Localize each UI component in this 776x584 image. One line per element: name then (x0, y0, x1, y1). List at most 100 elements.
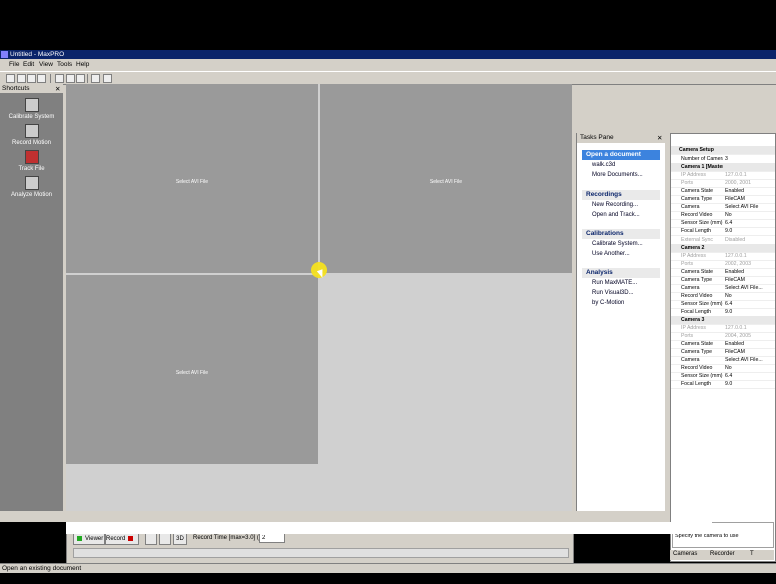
task-group-header[interactable]: Recordings (582, 190, 660, 200)
task-item[interactable]: Calibrate System... (582, 239, 660, 249)
property-name: Camera 3 (681, 317, 705, 323)
open-icon[interactable] (17, 74, 26, 83)
property-name: IP Address (681, 252, 706, 259)
record-time-input[interactable] (259, 533, 285, 543)
property-value[interactable]: 6.4 (725, 219, 773, 227)
tab-cameras[interactable]: Cameras (673, 551, 697, 557)
new-icon[interactable] (6, 74, 15, 83)
property-value[interactable]: Enabled (725, 340, 773, 348)
save-all-icon[interactable] (37, 74, 46, 83)
workspace: Select AVI File Select AVI File Select A… (66, 84, 572, 511)
shortcut-analyze-motion[interactable]: Analyze Motion (0, 176, 63, 198)
property-value[interactable]: Enabled (725, 268, 773, 276)
record-button[interactable]: Record (105, 533, 139, 545)
wand-icon (24, 98, 39, 112)
tasks-header: Tasks Pane ✕ (577, 133, 665, 143)
property-name: Sensor Size (mm) (681, 373, 723, 380)
tab-t[interactable]: T (750, 551, 754, 557)
property-value[interactable]: FileCAM (725, 348, 773, 356)
shortcut-record-motion[interactable]: Record Motion (0, 124, 63, 146)
shortcuts-panel: Shortcuts ✕ Calibrate System Record Moti… (0, 84, 63, 511)
property-value[interactable]: No (725, 211, 773, 219)
property-value[interactable]: Enabled (725, 187, 773, 195)
menu-view[interactable]: View (39, 61, 53, 68)
task-item[interactable]: Run Visual3D... (582, 288, 660, 298)
property-value[interactable]: 3 (725, 155, 773, 163)
close-icon[interactable]: ✕ (55, 85, 60, 93)
camera-icon (24, 124, 39, 138)
property-value[interactable]: FileCAM (725, 195, 773, 203)
properties-panel: Camera Setup Number of Cameras3Camera 1 … (670, 133, 776, 562)
property-value[interactable]: Select AVI File... (725, 356, 773, 364)
property-name: Record Video (681, 212, 713, 219)
graph-icon (24, 176, 39, 190)
property-row[interactable]: Focal Length 9.0 (671, 380, 775, 390)
task-group-header[interactable]: Analysis (582, 268, 660, 278)
print-icon[interactable] (91, 74, 100, 83)
property-value[interactable]: 9.0 (725, 380, 773, 388)
tasks-title: Tasks Pane (580, 134, 614, 141)
properties-header: Camera Setup (671, 146, 775, 155)
property-value[interactable]: 6.4 (725, 372, 773, 380)
property-value: 2004, 2005 (725, 333, 751, 340)
property-name: Camera State (681, 341, 714, 348)
property-name: Camera 1 [Master] (681, 164, 723, 171)
shortcuts-title: Shortcuts (2, 85, 30, 92)
property-name: Focal Length (681, 308, 711, 315)
shortcut-calibrate-system[interactable]: Calibrate System (0, 98, 63, 120)
cut-icon[interactable] (55, 74, 64, 83)
task-item[interactable]: Use Another... (582, 249, 660, 259)
property-value[interactable]: Select AVI File... (725, 284, 773, 292)
property-value[interactable]: 9.0 (725, 227, 773, 235)
status-text: Open an existing document (2, 565, 82, 572)
task-group-header[interactable]: Open a document (582, 150, 660, 160)
3d-button[interactable]: 3D (173, 533, 187, 545)
tab-recorder[interactable]: Recorder (710, 551, 735, 557)
camera-view-2[interactable]: Select AVI File (320, 84, 572, 273)
copy-icon[interactable] (66, 74, 75, 83)
task-group-open: Open a document walk.c3d More Documents.… (582, 150, 660, 180)
property-value[interactable]: Select AVI File (725, 203, 773, 211)
help-icon[interactable] (103, 74, 112, 83)
property-value[interactable]: No (725, 364, 773, 372)
task-item[interactable]: walk.c3d (582, 160, 660, 170)
close-icon[interactable]: ✕ (657, 134, 662, 142)
menu-tools[interactable]: Tools (57, 61, 72, 68)
task-item[interactable]: More Documents... (582, 170, 660, 180)
menu-help[interactable]: Help (76, 61, 89, 68)
properties-tabs: Cameras Recorder T (670, 550, 774, 560)
property-name: Camera (681, 284, 700, 291)
property-name: Focal Length (681, 228, 711, 235)
taskbar-strip (66, 522, 712, 534)
property-name: Ports (681, 333, 694, 340)
task-group-recordings: Recordings New Recording... Open and Tra… (582, 190, 660, 220)
task-item[interactable]: Open and Track... (582, 210, 660, 220)
property-value[interactable]: No (725, 292, 773, 300)
property-value[interactable]: 6.4 (725, 300, 773, 308)
property-name: Camera (681, 357, 700, 364)
markers-button[interactable] (145, 533, 157, 545)
menu-file[interactable]: File (9, 61, 19, 68)
task-group-header[interactable]: Calibrations (582, 229, 660, 239)
menu-edit[interactable]: Edit (23, 61, 34, 68)
skeleton-button[interactable] (159, 533, 171, 545)
save-icon[interactable] (27, 74, 36, 83)
tasks-pane: Tasks Pane ✕ Open a document walk.c3d Mo… (576, 133, 665, 511)
property-name: Camera State (681, 188, 714, 195)
property-value[interactable]: 9.0 (725, 308, 773, 316)
property-name: Number of Cameras (681, 156, 723, 162)
paste-icon[interactable] (76, 74, 85, 83)
camera-view-1[interactable]: Select AVI File (66, 84, 318, 273)
property-name: Focal Length (681, 381, 711, 388)
record-indicator-icon (128, 535, 134, 541)
task-item[interactable]: Run MaxMATE... (582, 278, 660, 288)
viewer-button[interactable]: Viewer (73, 533, 105, 545)
property-value[interactable]: FileCAM (725, 276, 773, 284)
property-name: Camera Type (681, 196, 713, 203)
shortcuts-header: Shortcuts ✕ (0, 84, 63, 93)
task-item[interactable]: New Recording... (582, 200, 660, 210)
camera-view-3[interactable]: Select AVI File (66, 275, 318, 464)
shortcut-track-file[interactable]: Track File (0, 150, 63, 172)
progress-bar (73, 548, 569, 558)
shortcut-label: Calibrate System (8, 114, 55, 120)
